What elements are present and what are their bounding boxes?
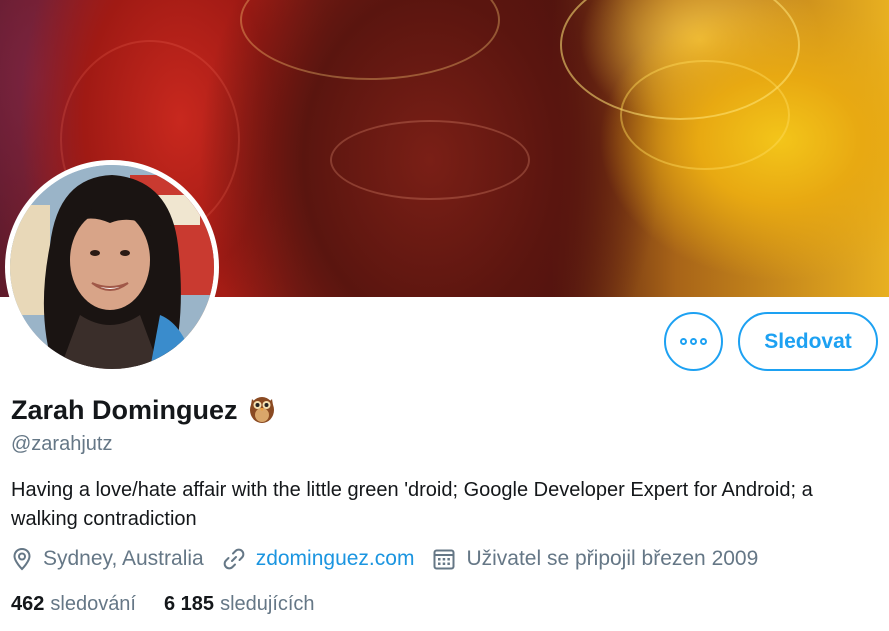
owl-emoji-icon (248, 393, 276, 428)
avatar-photo (10, 165, 214, 369)
location-pin-icon (13, 547, 31, 571)
following-label: sledování (50, 593, 136, 615)
following-stat[interactable]: 462 sledování (11, 593, 136, 616)
follow-button[interactable]: Sledovat (738, 312, 878, 371)
followers-label: sledujících (220, 593, 315, 615)
more-options-button[interactable] (664, 312, 723, 371)
profile-meta: Sydney, Australia zdominguez.com Uživate… (11, 547, 776, 571)
link-icon (223, 548, 245, 570)
website-item[interactable]: zdominguez.com (222, 547, 415, 571)
display-name: Zarah Dominguez (11, 395, 238, 425)
joined-item: Uživatel se připojil březen 2009 (432, 547, 758, 571)
website-link[interactable]: zdominguez.com (256, 547, 415, 571)
profile-avatar[interactable] (5, 160, 219, 374)
profile-handle: @zarahjutz (11, 433, 113, 455)
followers-count: 6 185 (164, 593, 215, 615)
followers-stat[interactable]: 6 185 sledujících (164, 593, 315, 616)
profile-name-row: Zarah Dominguez (11, 393, 276, 428)
profile-stats: 462 sledování 6 185 sledujících (11, 593, 343, 616)
profile-bio: Having a love/hate affair with the littl… (11, 479, 813, 530)
calendar-icon (433, 549, 455, 570)
location-text: Sydney, Australia (43, 547, 204, 570)
location-item: Sydney, Australia (11, 547, 204, 571)
joined-text: Uživatel se připojil březen 2009 (466, 547, 759, 570)
following-count: 462 (11, 593, 45, 615)
more-horizontal-icon (680, 338, 707, 345)
